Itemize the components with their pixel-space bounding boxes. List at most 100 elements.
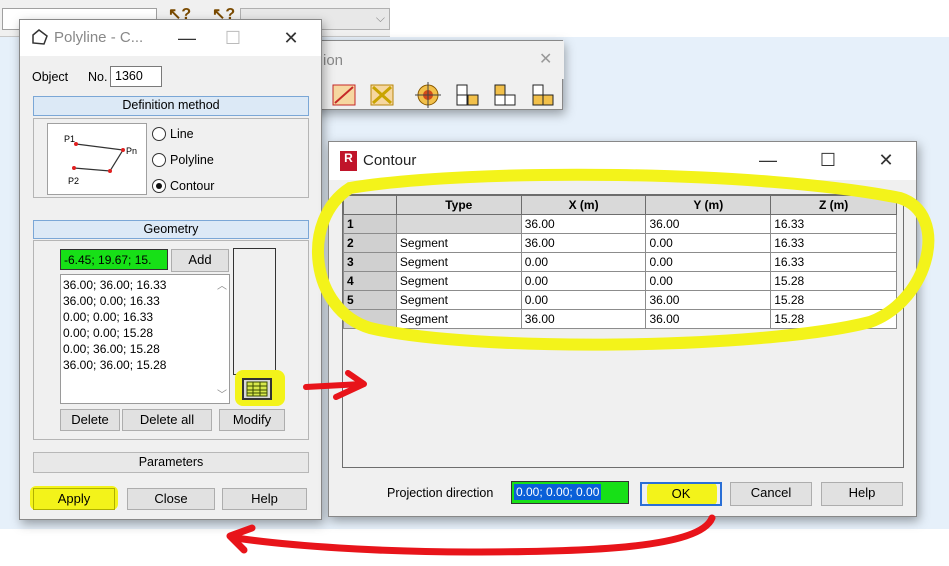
cell-type[interactable]: Segment <box>395 252 522 272</box>
list-item[interactable]: 0.00; 0.00; 16.33 <box>63 309 227 325</box>
cell-z[interactable]: 15.28 <box>770 271 897 291</box>
parameters-header[interactable]: Parameters <box>33 452 309 473</box>
table-icon <box>246 381 268 397</box>
row-number[interactable]: 1 <box>343 214 397 234</box>
cell-y[interactable]: 0.00 <box>645 271 772 291</box>
cell-x[interactable]: 36.00 <box>520 233 647 253</box>
delete-all-button[interactable]: Delete all <box>122 409 212 431</box>
cell-z[interactable]: 15.28 <box>770 290 897 310</box>
diagram-label-pn: Pn <box>126 146 137 156</box>
radio-line-label: Line <box>170 127 194 141</box>
scroll-up-icon[interactable]: ︿ <box>217 277 227 292</box>
projection-direction-input[interactable]: 0.00; 0.00; 0.00 <box>511 481 629 504</box>
modify-button[interactable]: Modify <box>219 409 285 431</box>
tool-palette-window: ion ✕ <box>300 40 564 110</box>
chevron-down-icon: ⌵ <box>375 11 385 25</box>
geometry-preview-box <box>233 248 276 375</box>
close-icon[interactable]: ✕ <box>539 49 552 69</box>
table-header-row: Type X (m) Y (m) Z (m) <box>343 195 897 215</box>
add-button[interactable]: Add <box>171 249 229 272</box>
row-number[interactable]: 4 <box>343 271 397 291</box>
polyline-dialog: Polyline - C... — ☐ ✕ Object No. 1360 De… <box>19 19 322 520</box>
table-row[interactable]: 4 Segment 0.00 0.00 15.28 <box>343 271 897 291</box>
grid-split-icon[interactable] <box>456 84 479 106</box>
minimize-icon[interactable]: — <box>753 148 783 172</box>
cell-type[interactable]: Segment <box>395 271 522 291</box>
target-icon[interactable] <box>415 82 441 108</box>
object-number-field[interactable]: 1360 <box>110 66 162 87</box>
column-header-z[interactable]: Z (m) <box>770 195 897 215</box>
cell-y[interactable]: 36.00 <box>645 290 772 310</box>
row-number[interactable]: 5 <box>343 290 397 310</box>
list-item[interactable]: 0.00; 0.00; 15.28 <box>63 325 227 341</box>
ok-button[interactable]: OK <box>640 482 722 506</box>
radio-circle-polyline[interactable] <box>152 153 166 167</box>
edit-table-button[interactable] <box>242 378 272 400</box>
coordinate-input[interactable]: -6.45; 19.67; 15. <box>60 249 168 270</box>
cell-x[interactable]: 0.00 <box>520 252 647 272</box>
delete-button[interactable]: Delete <box>60 409 120 431</box>
help-button[interactable]: Help <box>821 482 903 506</box>
cell-z[interactable]: 16.33 <box>770 214 897 234</box>
close-icon[interactable]: ✕ <box>276 26 306 50</box>
list-item[interactable]: 36.00; 36.00; 15.28 <box>63 357 227 373</box>
cell-y[interactable]: 36.00 <box>645 214 772 234</box>
column-header-y[interactable]: Y (m) <box>645 195 772 215</box>
maximize-icon[interactable]: ☐ <box>813 148 843 172</box>
grid-arrow-icon[interactable] <box>494 84 516 106</box>
list-item[interactable]: 36.00; 36.00; 16.33 <box>63 277 227 293</box>
cell-y[interactable]: 0.00 <box>645 252 772 272</box>
cell-type[interactable]: Segment <box>395 233 522 253</box>
list-item[interactable]: 0.00; 36.00; 15.28 <box>63 341 227 357</box>
cell-z[interactable]: 16.33 <box>770 252 897 272</box>
contour-table: Type X (m) Y (m) Z (m) 1 36.00 36.00 16.… <box>343 195 897 329</box>
minimize-icon[interactable]: — <box>172 26 202 50</box>
cell-type[interactable] <box>395 214 522 234</box>
cancel-button[interactable]: Cancel <box>730 482 812 506</box>
radio-polyline-label: Polyline <box>170 153 214 167</box>
cell-y[interactable]: 0.00 <box>645 233 772 253</box>
points-list-body: 36.00; 36.00; 16.33 36.00; 0.00; 16.33 0… <box>61 275 229 375</box>
table-row[interactable]: 1 36.00 36.00 16.33 <box>343 214 897 234</box>
tool-palette-title: ion <box>323 52 344 69</box>
cell-x[interactable]: 0.00 <box>520 271 647 291</box>
table-row[interactable]: 2 Segment 36.00 0.00 16.33 <box>343 233 897 253</box>
maximize-icon[interactable]: ☐ <box>218 26 248 50</box>
radio-contour[interactable]: Contour <box>152 179 214 193</box>
row-number[interactable]: 2 <box>343 233 397 253</box>
grid-copy-icon[interactable] <box>532 84 554 106</box>
cell-y[interactable]: 36.00 <box>645 309 772 329</box>
cell-x[interactable]: 36.00 <box>520 214 647 234</box>
table-row[interactable]: 6 Segment 36.00 36.00 15.28 <box>343 309 897 329</box>
projection-direction-label: Projection direction <box>387 486 494 500</box>
cell-type[interactable]: Segment <box>395 309 522 329</box>
table-row[interactable]: 5 Segment 0.00 36.00 15.28 <box>343 290 897 310</box>
table-row[interactable]: 3 Segment 0.00 0.00 16.33 <box>343 252 897 272</box>
list-item[interactable]: 36.00; 0.00; 16.33 <box>63 293 227 309</box>
cell-x[interactable]: 0.00 <box>520 290 647 310</box>
close-icon[interactable]: ✕ <box>871 148 901 172</box>
app-icon-letter: R <box>344 151 353 165</box>
radio-line[interactable]: Line <box>152 127 194 141</box>
radio-polyline[interactable]: Polyline <box>152 153 214 167</box>
column-header-type[interactable]: Type <box>395 195 522 215</box>
cross-snap-icon[interactable] <box>370 84 394 106</box>
close-button[interactable]: Close <box>127 488 215 510</box>
row-number[interactable]: 6 <box>343 309 397 329</box>
row-number[interactable]: 3 <box>343 252 397 272</box>
scroll-down-icon[interactable]: ﹀ <box>217 386 227 401</box>
cell-x[interactable]: 36.00 <box>520 309 647 329</box>
contour-titlebar: R Contour — ☐ ✕ <box>329 142 916 180</box>
cell-z[interactable]: 16.33 <box>770 233 897 253</box>
polyline-titlebar: Polyline - C... — ☐ ✕ <box>20 20 321 56</box>
snap-tool-icon[interactable] <box>332 84 356 106</box>
radio-circle-line[interactable] <box>152 127 166 141</box>
cell-z[interactable]: 15.28 <box>770 309 897 329</box>
apply-button[interactable]: Apply <box>33 488 115 510</box>
row-number-header <box>343 195 397 215</box>
column-header-x[interactable]: X (m) <box>520 195 647 215</box>
points-list[interactable]: 36.00; 36.00; 16.33 36.00; 0.00; 16.33 0… <box>60 274 230 404</box>
radio-circle-contour[interactable] <box>152 179 166 193</box>
help-button[interactable]: Help <box>222 488 307 510</box>
cell-type[interactable]: Segment <box>395 290 522 310</box>
